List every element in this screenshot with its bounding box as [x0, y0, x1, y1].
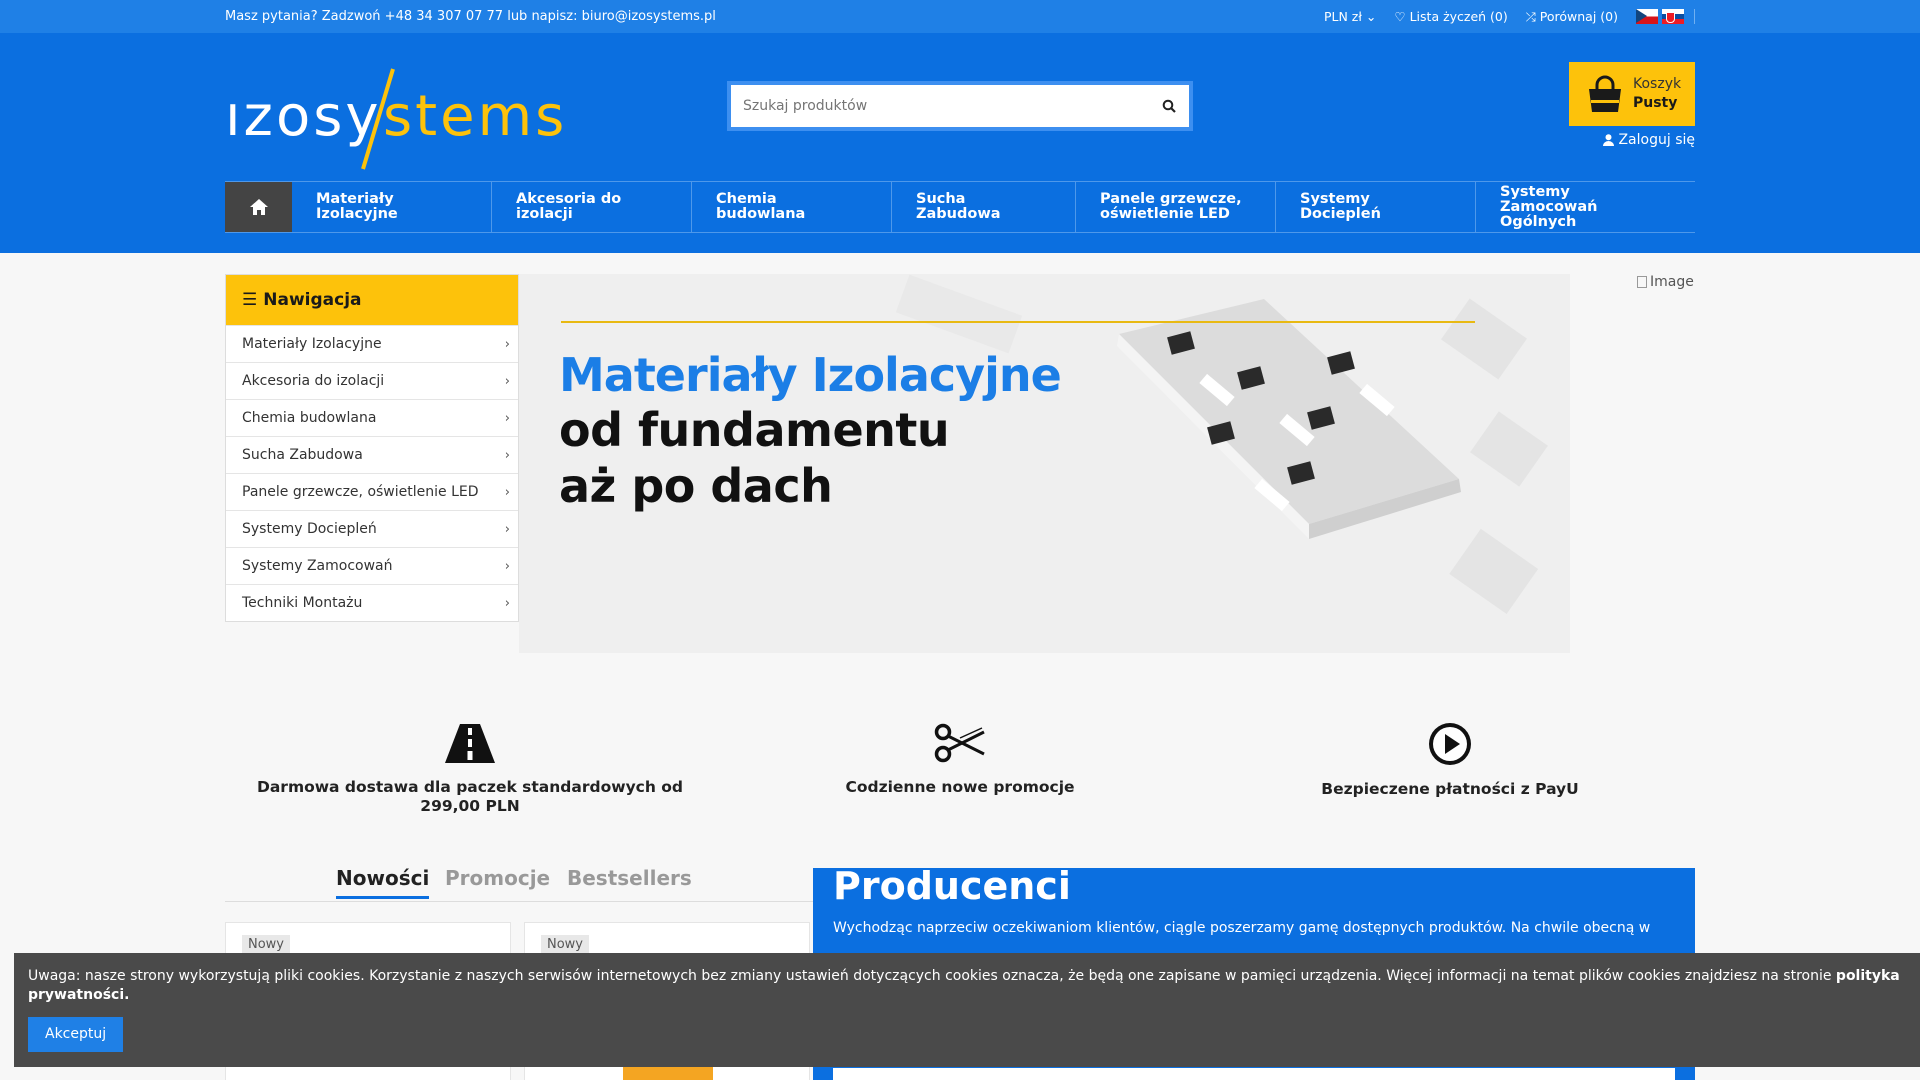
sidebar-header[interactable]: ☰ Nawigacja	[226, 275, 518, 325]
home-button[interactable]	[225, 182, 292, 232]
sidebar-item-docieplenia[interactable]: Systemy Dociepleń ›	[226, 510, 518, 547]
nav-item-chemia[interactable]: Chemia budowlana	[692, 182, 892, 232]
sidebar-item-panele[interactable]: Panele grzewcze, oświetlenie LED ›	[226, 473, 518, 510]
cart-label: Koszyk	[1633, 76, 1682, 92]
nav-item-panele[interactable]: Panele grzewcze, oświetlenie LED	[1076, 182, 1276, 232]
site-logo[interactable]: ızosy stems	[225, 51, 565, 171]
sidebar-item-zamocowania[interactable]: Systemy Zamocowań ›	[226, 547, 518, 584]
banner-accent-line	[561, 321, 1475, 323]
cookie-text: Uwaga: nasze strony wykorzystują pliki c…	[28, 968, 1836, 984]
road-icon	[445, 724, 495, 763]
search-button[interactable]	[1149, 99, 1189, 113]
nav-item-sucha-zabudowa[interactable]: Sucha Zabudowa	[892, 182, 1076, 232]
accept-cookies-button[interactable]: Akceptuj	[28, 1017, 124, 1052]
cart-text: Koszyk Pusty	[1633, 75, 1681, 113]
broken-image-icon	[1637, 276, 1647, 288]
chevron-down-icon: ⌄	[1365, 9, 1377, 24]
home-icon	[249, 199, 268, 215]
cart-button[interactable]: Koszyk Pusty	[1569, 62, 1695, 126]
chevron-right-icon: ›	[504, 521, 510, 537]
feature-promotions: Codzienne nowe promocje	[715, 722, 1205, 816]
sidebar-list: Materiały Izolacyjne › Akcesoria do izola…	[226, 325, 518, 621]
feature-free-delivery: Darmowa dostawa dla paczek standardowych…	[225, 722, 715, 816]
top-links: PLN zł ⌄ ♡ Lista życzeń (0) ⤮ Porównaj (0)	[1324, 9, 1695, 25]
contact-info: Masz pytania? Zadzwoń +48 34 307 07 77 l…	[225, 9, 716, 24]
play-icon	[1429, 723, 1471, 765]
feature-payu: Bezpieczene płatności z PayU	[1205, 722, 1695, 816]
insulation-board-image	[1117, 299, 1461, 539]
flag-sk-icon[interactable]	[1662, 9, 1684, 24]
tab-bestsellers[interactable]: Bestsellers	[567, 866, 692, 890]
logo-graphic: ızosy stems	[225, 68, 565, 170]
tab-nowosci[interactable]: Nowości	[336, 866, 430, 899]
producers-content	[833, 1068, 1675, 1080]
chevron-right-icon: ›	[504, 373, 510, 389]
chevron-right-icon: ›	[504, 336, 510, 352]
nav-item-akcesoria[interactable]: Akcesoria do izolacji	[492, 182, 692, 232]
search-input[interactable]	[731, 85, 1149, 127]
sidebar-item-techniki[interactable]: Techniki Montażu ›	[226, 584, 518, 621]
main-nav: Materiały Izolacyjne Akcesoria do izolac…	[225, 181, 1695, 233]
logo-text-right: stems	[383, 84, 565, 149]
features-row: Darmowa dostawa dla paczek standardowych…	[225, 722, 1695, 816]
producers-title: Producenci	[833, 864, 1071, 908]
shuffle-icon: ⤮	[1525, 8, 1536, 24]
user-icon	[1603, 134, 1615, 146]
chevron-right-icon: ›	[504, 484, 510, 500]
login-link[interactable]: Zaloguj się	[1603, 132, 1695, 148]
new-badge: Nowy	[242, 935, 291, 954]
sidebar-item-sucha[interactable]: Sucha Zabudowa ›	[226, 436, 518, 473]
cart-status: Pusty	[1633, 95, 1678, 111]
producers-text: Wychodząc naprzeciw oczekiwaniom klientó…	[833, 920, 1651, 936]
category-sidebar: ☰ Nawigacja Materiały Izolacyjne › Akceso…	[225, 274, 519, 622]
sidebar-item-materialy[interactable]: Materiały Izolacyjne ›	[226, 325, 518, 362]
header: ızosy stems Koszyk Pusty Zaloguj się	[0, 33, 1920, 253]
chevron-right-icon: ›	[504, 595, 510, 611]
sidebar-item-chemia[interactable]: Chemia budowlana ›	[226, 399, 518, 436]
new-badge: Nowy	[541, 935, 590, 954]
currency-selector[interactable]: PLN zł ⌄	[1324, 9, 1376, 24]
sidebar-item-akcesoria[interactable]: Akcesoria do izolacji ›	[226, 362, 518, 399]
chevron-right-icon: ›	[504, 410, 510, 426]
heart-icon: ♡	[1394, 9, 1406, 24]
search-box	[727, 81, 1193, 131]
hero-banner[interactable]: Materiały Izolacyjne od fundamentu aż po…	[519, 274, 1570, 653]
compare-link[interactable]: ⤮ Porównaj (0)	[1526, 9, 1618, 25]
logo-text-left: ızosy	[225, 84, 382, 149]
cookie-banner: Uwaga: nasze strony wykorzystują pliki c…	[14, 953, 1920, 1067]
nav-item-zamocowania[interactable]: Systemy Zamocowań Ogólnych	[1476, 182, 1695, 232]
shopping-bag-icon	[1589, 75, 1621, 112]
product-tabs: Nowości Promocje Bestsellers	[225, 862, 813, 902]
top-bar: Masz pytania? Zadzwoń +48 34 307 07 77 l…	[0, 0, 1920, 33]
banner-subtitle: od fundamentu aż po dach	[559, 403, 950, 513]
language-flags	[1636, 9, 1695, 24]
search-icon	[1162, 99, 1176, 113]
nav-item-docieplenia[interactable]: Systemy Dociepleń	[1276, 182, 1476, 232]
wishlist-link[interactable]: ♡ Lista życzeń (0)	[1394, 9, 1507, 24]
chevron-right-icon: ›	[504, 447, 510, 463]
banner-title: Materiały Izolacyjne	[559, 348, 1062, 402]
tab-promocje[interactable]: Promocje	[445, 866, 550, 890]
hamburger-icon: ☰	[242, 290, 258, 310]
flag-cz-icon[interactable]	[1636, 9, 1658, 24]
scissors-icon	[934, 723, 985, 763]
broken-image: Image	[1637, 274, 1694, 290]
chevron-right-icon: ›	[504, 558, 510, 574]
nav-item-materialy-izolacyjne[interactable]: Materiały Izolacyjne	[292, 182, 492, 232]
